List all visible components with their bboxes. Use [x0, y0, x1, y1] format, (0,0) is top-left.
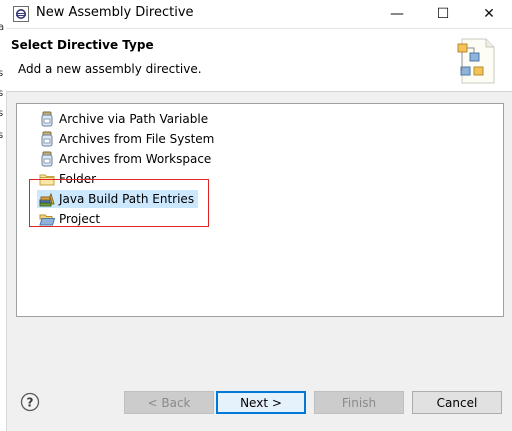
- list-item-label: Project: [59, 212, 101, 226]
- list-item-archive-via-path-variable[interactable]: Archive via Path Variable: [37, 110, 212, 128]
- jar-icon: [41, 131, 53, 147]
- edge-letter: a: [0, 22, 4, 33]
- jar-icon: [41, 111, 53, 127]
- list-item-project[interactable]: Project: [37, 210, 104, 228]
- cancel-button[interactable]: Cancel: [412, 391, 502, 414]
- back-button[interactable]: < Back: [124, 391, 214, 414]
- edge-letter: s: [0, 130, 3, 141]
- edge-letter: s: [0, 88, 3, 99]
- list-item-label: Archives from Workspace: [59, 152, 212, 166]
- folder-icon: [39, 174, 55, 186]
- next-button[interactable]: Next >: [216, 391, 306, 414]
- list-item-archives-from-file-system[interactable]: Archives from File System: [37, 130, 218, 148]
- list-item-java-build-path-entries[interactable]: Java Build Path Entries: [37, 190, 199, 208]
- list-item-folder[interactable]: Folder: [37, 170, 100, 188]
- eclipse-app-icon: [13, 6, 29, 22]
- minimize-button[interactable]: —: [374, 0, 420, 28]
- wizard-banner-icon: [457, 38, 495, 84]
- wizard-header: Select Directive Type Add a new assembly…: [6, 29, 512, 92]
- back-button-label: < Back: [147, 395, 191, 410]
- window-title: New Assembly Directive: [36, 5, 194, 20]
- help-icon[interactable]: ?: [20, 392, 40, 412]
- list-item-label: Archive via Path Variable: [59, 112, 209, 126]
- open-folder-icon: [39, 214, 55, 226]
- svg-text:?: ?: [27, 396, 34, 410]
- list-item-label: Folder: [59, 172, 97, 186]
- directive-type-list[interactable]: Archive via Path Variable Archives from …: [16, 103, 504, 317]
- minimize-icon: —: [390, 6, 404, 22]
- jar-icon: [41, 151, 53, 167]
- next-button-label: Next >: [240, 395, 282, 410]
- maximize-icon: ☐: [436, 6, 450, 22]
- list-item-label: Java Build Path Entries: [59, 192, 195, 206]
- maximize-button[interactable]: ☐: [420, 0, 466, 28]
- finish-button[interactable]: Finish: [314, 391, 404, 414]
- close-button[interactable]: ✕: [466, 0, 512, 28]
- close-icon: ✕: [483, 6, 495, 22]
- finish-button-label: Finish: [341, 395, 377, 410]
- edge-letter: s: [0, 68, 3, 79]
- cancel-button-label: Cancel: [436, 395, 478, 410]
- page-title: Select Directive Type: [11, 38, 154, 52]
- list-item-label: Archives from File System: [59, 132, 215, 146]
- page-description: Add a new assembly directive.: [18, 62, 202, 76]
- list-item-archives-from-workspace[interactable]: Archives from Workspace: [37, 150, 215, 168]
- library-icon: [39, 192, 55, 207]
- title-bar[interactable]: New Assembly Directive — ☐ ✕: [6, 0, 512, 29]
- edge-letter: s: [0, 108, 3, 119]
